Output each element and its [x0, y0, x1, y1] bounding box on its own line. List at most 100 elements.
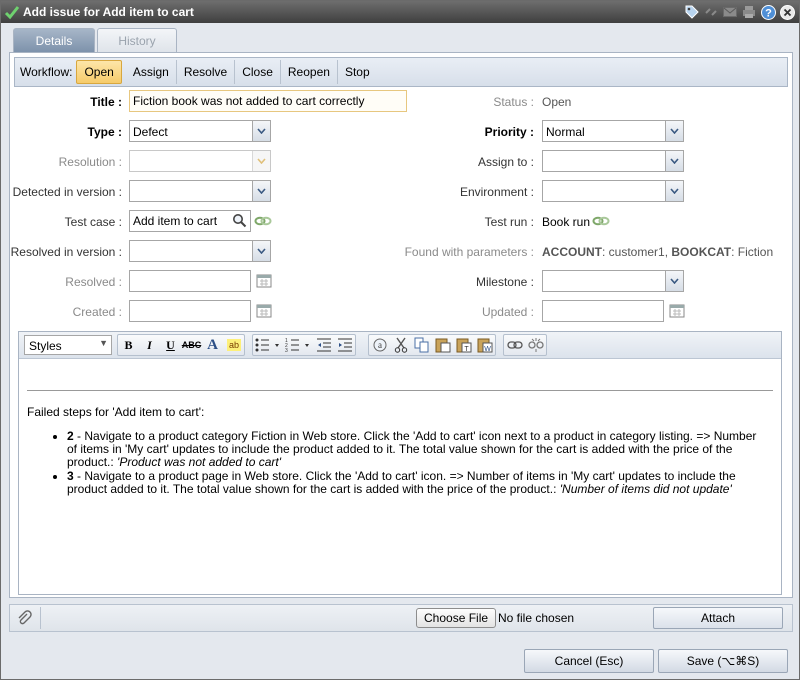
link-icon[interactable] — [592, 214, 610, 228]
svg-text:3: 3 — [285, 348, 288, 352]
tab-history[interactable]: History — [97, 28, 177, 52]
chevron-down-icon[interactable] — [252, 241, 270, 261]
cancel-button[interactable]: Cancel (Esc) — [524, 649, 654, 673]
found-parameters-value: ACCOUNT: customer1, BOOKCAT: Fiction — [542, 245, 773, 259]
resolved-date-input[interactable] — [129, 270, 251, 292]
clipboard-group: a T W — [368, 334, 496, 356]
workflow-reopen-button[interactable]: Reopen — [281, 60, 338, 84]
test-case-input[interactable]: Add item to cart — [129, 210, 251, 232]
styles-select[interactable]: Styles ▼ — [24, 335, 112, 355]
link-icon[interactable] — [254, 214, 272, 228]
mail-icon[interactable] — [722, 4, 738, 20]
calendar-icon[interactable] — [669, 303, 685, 319]
workflow-label: Workflow: — [20, 65, 73, 79]
test-run-value[interactable]: Book run — [542, 215, 590, 229]
insert-link-icon[interactable] — [504, 335, 525, 355]
chevron-down-icon[interactable] — [665, 271, 683, 291]
updated-date-input[interactable] — [542, 300, 664, 322]
outdent-icon[interactable] — [313, 335, 334, 355]
resolved-in-version-select[interactable] — [129, 240, 271, 262]
workflow-bar: Workflow: Open Assign Resolve Close Reop… — [14, 57, 788, 87]
chevron-down-icon[interactable] — [252, 121, 270, 141]
workflow-resolve-button[interactable]: Resolve — [177, 60, 236, 84]
type-select[interactable]: Defect — [129, 120, 271, 142]
parameter-value: : customer1, — [602, 245, 672, 259]
print-icon[interactable] — [741, 4, 757, 20]
paste-icon[interactable] — [432, 335, 453, 355]
chevron-down-icon[interactable] — [252, 181, 270, 201]
chevron-down-icon[interactable] — [665, 151, 683, 171]
bullet-list-icon[interactable] — [253, 335, 283, 355]
details-panel: Workflow: Open Assign Resolve Close Reop… — [9, 52, 793, 598]
calendar-icon[interactable] — [256, 303, 272, 319]
environment-select[interactable] — [542, 180, 684, 202]
unlink-icon[interactable] — [703, 4, 719, 20]
parameter-name: ACCOUNT — [542, 245, 602, 259]
choose-file-button[interactable]: Choose File — [416, 608, 497, 628]
workflow-open-button[interactable]: Open — [76, 60, 122, 84]
workflow-close-button[interactable]: Close — [235, 60, 281, 84]
editor-toolbar: Styles ▼ B I U ABC A ab 123 a T W — [19, 332, 781, 359]
bold-icon[interactable]: B — [118, 335, 139, 355]
failed-steps-list: 2 - Navigate to a product category Ficti… — [67, 430, 767, 497]
list-item: 3 - Navigate to a product page in Web st… — [67, 470, 767, 496]
paste-text-icon[interactable]: T — [453, 335, 474, 355]
app-logo-icon — [4, 6, 20, 20]
save-button[interactable]: Save (⌥⌘S) — [658, 649, 788, 673]
chevron-down-icon[interactable] — [665, 181, 683, 201]
calendar-icon[interactable] — [256, 273, 272, 289]
assign-to-select[interactable] — [542, 150, 684, 172]
copy-icon[interactable] — [411, 335, 432, 355]
status-value: Open — [542, 95, 572, 109]
paperclip-icon — [18, 610, 32, 625]
created-date-input[interactable] — [129, 300, 251, 322]
detected-in-version-select[interactable] — [129, 180, 271, 202]
priority-label: Priority : — [484, 125, 534, 139]
description-editor[interactable]: Styles ▼ B I U ABC A ab 123 a T W Failed… — [18, 331, 782, 595]
italic-icon[interactable]: I — [139, 335, 160, 355]
step-number: 3 — [67, 469, 74, 483]
horizontal-rule — [27, 390, 773, 391]
tab-bar: Details History — [13, 28, 177, 52]
numbered-list-icon[interactable]: 123 — [283, 335, 313, 355]
title-bar[interactable]: Add issue for Add item to cart ? — [1, 1, 799, 23]
text-color-icon[interactable]: A — [202, 335, 223, 355]
link-group — [503, 334, 547, 356]
find-replace-icon[interactable]: a — [369, 335, 390, 355]
highlight-icon[interactable]: ab — [223, 335, 244, 355]
priority-select[interactable]: Normal — [542, 120, 684, 142]
search-icon[interactable] — [232, 213, 247, 228]
styles-value: Styles — [29, 339, 62, 353]
step-result: 'Number of items did not update' — [559, 482, 732, 496]
attach-button[interactable]: Attach — [653, 607, 783, 629]
help-icon[interactable]: ? — [760, 4, 776, 20]
tag-icon[interactable] — [684, 4, 700, 20]
unlink-icon[interactable] — [525, 335, 546, 355]
updated-label: Updated : — [481, 305, 534, 319]
workflow-stop-button[interactable]: Stop — [338, 60, 377, 84]
milestone-select[interactable] — [542, 270, 684, 292]
workflow-assign-button[interactable]: Assign — [126, 60, 177, 84]
close-icon[interactable] — [779, 4, 795, 20]
test-run-label: Test run : — [484, 215, 534, 229]
svg-text:ab: ab — [228, 340, 238, 350]
test-case-label: Test case : — [64, 215, 122, 229]
found-with-parameters-label: Found with parameters : — [404, 245, 534, 259]
chevron-down-icon[interactable] — [665, 121, 683, 141]
cut-icon[interactable] — [390, 335, 411, 355]
step-number: 2 — [67, 429, 74, 443]
title-input[interactable]: Fiction book was not added to cart corre… — [129, 90, 407, 112]
resolved-in-version-label: Resolved in version : — [10, 245, 122, 259]
strikethrough-icon[interactable]: ABC — [181, 335, 202, 355]
format-group: B I U ABC A ab — [117, 334, 245, 356]
chevron-down-icon: ▼ — [99, 338, 108, 348]
indent-icon[interactable] — [334, 335, 355, 355]
list-group: 123 — [252, 334, 356, 356]
environment-label: Environment : — [459, 185, 534, 199]
underline-icon[interactable]: U — [160, 335, 181, 355]
tab-details[interactable]: Details — [13, 28, 95, 52]
add-issue-dialog: Add issue for Add item to cart ? Details — [0, 0, 800, 680]
test-case-value: Add item to cart — [133, 214, 218, 228]
parameter-name: BOOKCAT — [671, 245, 732, 259]
paste-word-icon[interactable]: W — [474, 335, 495, 355]
